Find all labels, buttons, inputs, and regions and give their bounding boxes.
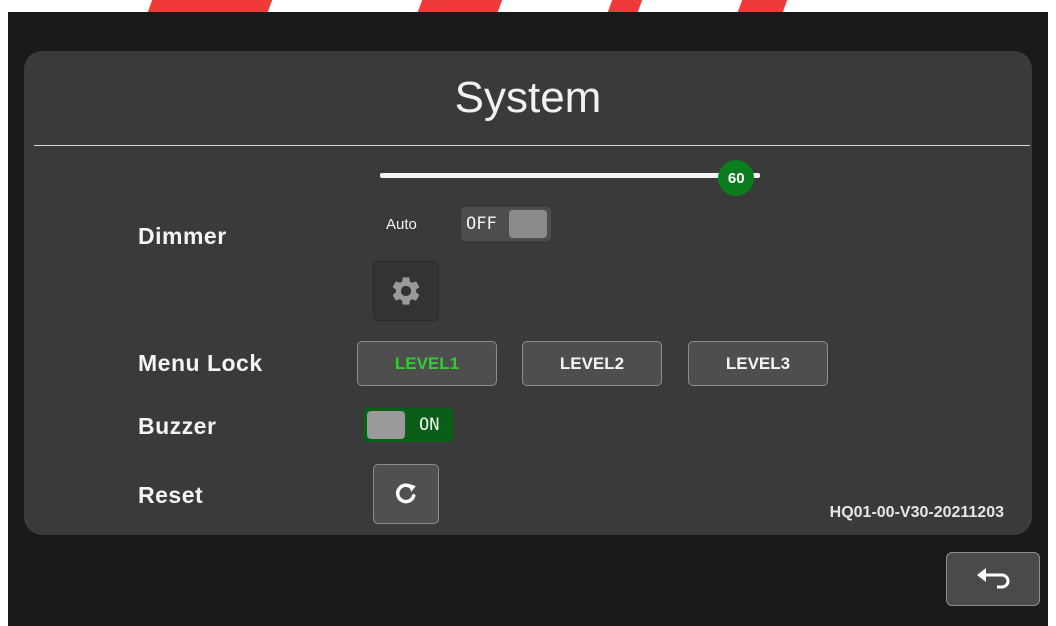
auto-toggle-thumb — [509, 210, 547, 238]
menu-lock-level2-button[interactable]: LEVEL2 — [522, 341, 662, 386]
firmware-version: HQ01-00-V30-20211203 — [829, 504, 1004, 521]
system-panel: System Dimmer 60 Auto OFF Menu Lock LEVE… — [24, 51, 1032, 535]
auto-label: Auto — [386, 216, 417, 233]
dimmer-settings-button[interactable] — [373, 261, 439, 321]
back-arrow-icon — [977, 568, 1010, 589]
menu-lock-level3-button[interactable]: LEVEL3 — [688, 341, 828, 386]
reset-label: Reset — [138, 482, 204, 508]
buzzer-toggle-thumb — [367, 411, 405, 439]
buzzer-toggle-state: ON — [419, 415, 440, 435]
watermark-banner — [0, 0, 1056, 12]
dimmer-slider-knob[interactable]: 60 — [718, 160, 755, 196]
buzzer-toggle[interactable]: ON — [363, 408, 453, 442]
buzzer-label: Buzzer — [138, 413, 217, 439]
menu-lock-label: Menu Lock — [138, 350, 263, 376]
device-screen: System Dimmer 60 Auto OFF Menu Lock LEVE… — [8, 12, 1048, 626]
back-button[interactable] — [946, 552, 1040, 606]
page-title: System — [454, 73, 602, 122]
gear-icon — [392, 277, 420, 305]
auto-toggle-state: OFF — [466, 214, 497, 234]
dimmer-slider-track[interactable] — [380, 173, 760, 178]
title-divider — [34, 145, 1030, 146]
refresh-icon — [395, 483, 416, 504]
auto-dimmer-toggle[interactable]: OFF — [461, 207, 551, 241]
menu-lock-level1-button[interactable]: LEVEL1 — [357, 341, 497, 386]
dimmer-label: Dimmer — [138, 223, 227, 249]
reset-button[interactable] — [373, 464, 439, 524]
